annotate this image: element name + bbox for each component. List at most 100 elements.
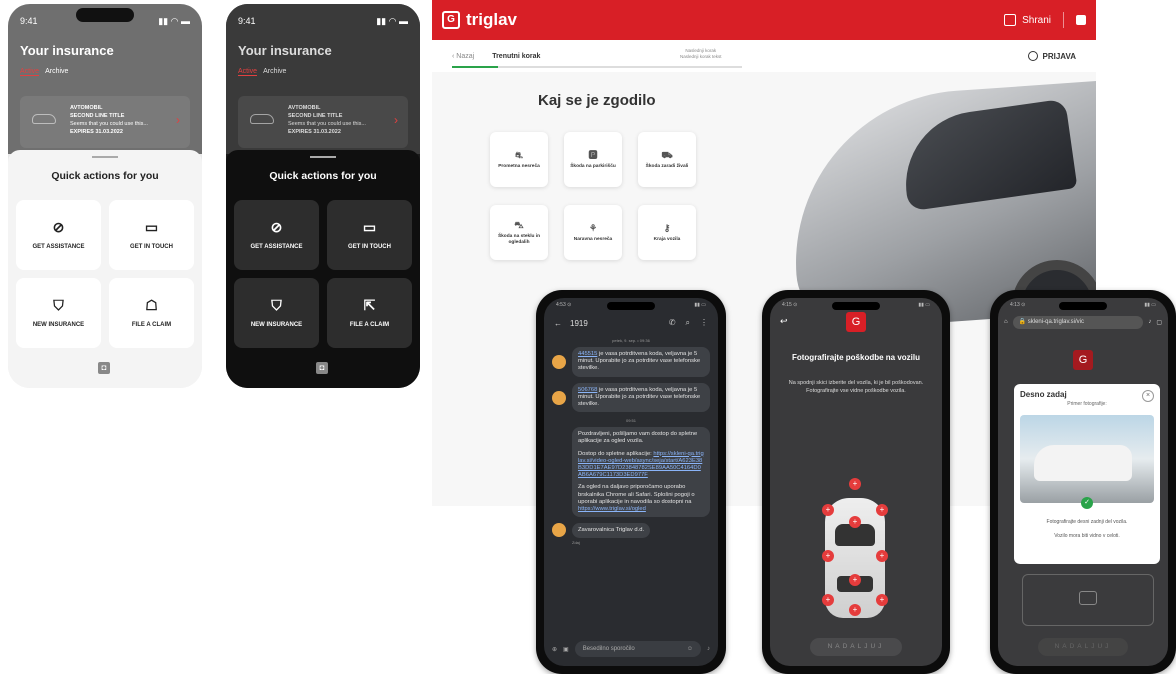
phone-icon[interactable]: ✆: [669, 318, 676, 328]
tile-kraja-vozila[interactable]: ⚷ Kraja vozila: [638, 205, 696, 260]
back-icon[interactable]: ↩: [780, 316, 788, 327]
sheet-handle[interactable]: [92, 156, 118, 158]
action-label: GET ASSISTANCE: [250, 244, 303, 250]
get-in-touch-button[interactable]: ▭ GET IN TOUCH: [327, 200, 412, 270]
car-crash-icon: ⛐: [515, 149, 523, 160]
save-icon[interactable]: [1004, 14, 1017, 26]
tab-active[interactable]: Active: [238, 68, 258, 76]
sheet-handle[interactable]: [310, 156, 336, 158]
message-bubble[interactable]: 445515 je vasa potrditvena koda, veljavn…: [572, 347, 710, 377]
message-row: Pozdravljeni, pošiljamo vam dostop do sp…: [544, 427, 718, 518]
save-button[interactable]: Shrani: [1022, 15, 1051, 26]
message-bubble[interactable]: 506768 je vasa potrditvena koda, veljavn…: [572, 382, 710, 413]
damage-point-front[interactable]: +: [849, 478, 861, 490]
damage-point-hood[interactable]: +: [849, 516, 861, 528]
new-insurance-button[interactable]: ⛉ NEW INSURANCE: [16, 278, 101, 348]
photo-guide-phone-mockup: 4:15 ⊙ ▮▮ ▭ ↩ G Fotografirajte poškodbe n…: [762, 290, 950, 674]
modal-title: Desno zadaj: [1020, 390, 1067, 399]
gallery-icon[interactable]: ▣: [563, 646, 569, 653]
damage-point-left[interactable]: +: [822, 550, 834, 562]
url-text: skleni-qa.triglav.si/vic: [1027, 318, 1085, 325]
message-bubble[interactable]: Pozdravljeni, pošiljamo vam dostop do sp…: [572, 427, 710, 518]
message-text: je vasa potrditvena koda, veljavna je 5 …: [578, 351, 701, 372]
policy-title: AVTOMOBIL: [70, 105, 103, 111]
message-text: Za ogled na daljavo priporočamo uporabo …: [578, 484, 695, 505]
tile-label: Kraja vozila: [653, 236, 681, 242]
policy-card[interactable]: AVTOMOBIL SECOND LINE TITLE Seems that y…: [20, 96, 190, 148]
assistance-icon: ⊘: [270, 219, 283, 235]
continue-button[interactable]: NADALJUJ: [810, 638, 902, 656]
tab-archive[interactable]: Archive: [263, 68, 286, 76]
file-a-claim-button[interactable]: ⇱ FILE A CLAIM: [327, 278, 412, 348]
chevron-right-icon: ›: [394, 113, 398, 127]
next-step: Naslednji korak Naslednji korak tekst: [680, 48, 722, 60]
phone-notch: [76, 8, 134, 22]
modal-instruction: Fotografirajte desni zadnji del vozila.: [1046, 519, 1128, 525]
tile-label: Naravna nesreča: [573, 236, 613, 242]
policy-card[interactable]: AVTOMOBIL SECOND LINE TITLE Seems that y…: [238, 96, 408, 148]
emoji-icon[interactable]: ☺: [687, 646, 693, 652]
message-bubble[interactable]: Zavarovalnica Triglav d.d.: [572, 523, 651, 539]
more-icon[interactable]: ⋮: [700, 318, 708, 328]
sms-phone-mockup: 4:53 ⊙ ▮▮ ▭ ← 1919 ✆ ⌕ ⋮ petek, 9. sep. • 0…: [536, 290, 726, 674]
tile-label: Škoda na steklu in ogledalih: [497, 233, 541, 245]
tabs-icon[interactable]: ▢: [1156, 319, 1162, 326]
code-link[interactable]: 445515: [578, 351, 597, 357]
get-assistance-button[interactable]: ⊘ GET ASSISTANCE: [234, 200, 319, 270]
car-image: [1034, 445, 1132, 481]
camera-frame[interactable]: [1022, 574, 1154, 626]
parking-icon: 🅿: [588, 149, 598, 160]
chat-icon[interactable]: [1076, 15, 1086, 25]
triglav-logo-icon: G: [442, 11, 460, 29]
quick-actions-sheet: Quick actions for you ⊘ GET ASSISTANCE ▭ G…: [8, 150, 202, 388]
damage-point-front-left[interactable]: +: [822, 504, 834, 516]
tile-prometna-nesreca[interactable]: ⛐ Prometna nesreča: [490, 132, 548, 187]
sender-name: 1919: [570, 318, 588, 328]
file-a-claim-button[interactable]: ☖ FILE A CLAIM: [109, 278, 194, 348]
login-button[interactable]: PRIJAVA: [1027, 51, 1076, 61]
damage-point-right[interactable]: +: [876, 550, 888, 562]
mic-icon[interactable]: ♪: [707, 646, 710, 652]
page-title: Your insurance: [20, 43, 114, 58]
current-step: Trenutni korak: [492, 52, 541, 60]
url-field[interactable]: 🔒 skleni-qa.triglav.si/vic: [1012, 315, 1144, 329]
brand-logo[interactable]: Gtriglav: [442, 10, 517, 30]
mic-icon[interactable]: ♪: [1148, 319, 1151, 325]
new-insurance-button[interactable]: ⛉ NEW INSURANCE: [234, 278, 319, 348]
chevron-right-icon: ›: [176, 113, 180, 127]
tile-skoda-na-steklu[interactable]: ⛍ Škoda na steklu in ogledalih: [490, 205, 548, 260]
back-arrow-icon[interactable]: ←: [554, 319, 562, 328]
home-icon[interactable]: ⌂: [1004, 319, 1008, 325]
photo-title: Fotografirajte poškodbe na vozilu: [791, 353, 920, 362]
status-left: 4:15 ⊙: [782, 302, 798, 308]
tile-skoda-na-parkiriscu[interactable]: 🅿 Škoda na parkirišču: [564, 132, 622, 187]
car-icon: [32, 114, 56, 124]
back-button[interactable]: ‹ Nazaj: [452, 53, 474, 60]
tab-active[interactable]: Active: [20, 68, 40, 76]
get-assistance-button[interactable]: ⊘ GET ASSISTANCE: [16, 200, 101, 270]
damage-point-rear-left[interactable]: +: [822, 594, 834, 606]
damage-point-rear[interactable]: +: [849, 604, 861, 616]
damage-point-roof[interactable]: +: [849, 574, 861, 586]
battery-icon: ▮▮ ▭: [918, 302, 930, 308]
tile-naravna-nesreca[interactable]: ⚘ Naravna nesreča: [564, 205, 622, 260]
damage-point-rear-right[interactable]: +: [876, 594, 888, 606]
code-link[interactable]: 506768: [578, 387, 597, 393]
message-input[interactable]: Besedilno sporočilo ☺: [574, 641, 701, 657]
tab-archive[interactable]: Archive: [45, 68, 68, 76]
search-icon[interactable]: ⌕: [686, 318, 690, 328]
status-bar: 9:41 ▮▮ ◠ ▬: [238, 16, 408, 27]
action-label: GET IN TOUCH: [348, 244, 391, 250]
insurance-header: 9:41 ▮▮ ◠ ▬ Your insurance Active Archive …: [226, 4, 420, 154]
tile-skoda-zaradi-zivali[interactable]: ⛟ Škoda zaradi živali: [638, 132, 696, 187]
add-icon[interactable]: ⊕: [552, 646, 557, 653]
damage-point-front-right[interactable]: +: [876, 504, 888, 516]
policy-description: Seems that you could use this...: [70, 121, 148, 127]
close-icon[interactable]: ×: [1142, 390, 1154, 402]
status-time: 9:41: [238, 16, 256, 26]
info-link[interactable]: https://www.triglav.si/ogled: [578, 506, 646, 512]
action-label: FILE A CLAIM: [131, 322, 172, 328]
continue-button[interactable]: NADALJUJ: [1038, 638, 1128, 656]
get-in-touch-button[interactable]: ▭ GET IN TOUCH: [109, 200, 194, 270]
status-time: 9:41: [20, 16, 38, 26]
